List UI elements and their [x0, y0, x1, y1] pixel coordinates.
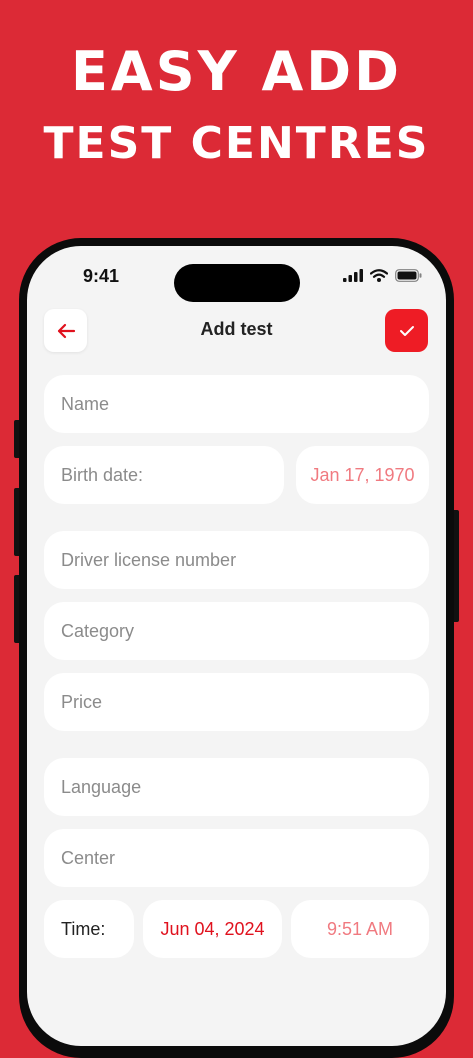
birth-date-label-field[interactable]: Birth date: [44, 446, 284, 504]
battery-icon [395, 269, 422, 282]
driver-license-input[interactable]: Driver license number [44, 531, 429, 589]
phone-screen: 9:41 Add test Name Birth date: Jan 17, 1… [27, 246, 446, 1046]
headline-line-1: EASY ADD [71, 40, 402, 103]
category-input[interactable]: Category [44, 602, 429, 660]
wifi-icon [370, 269, 388, 282]
dynamic-island [174, 264, 300, 302]
status-time: 9:41 [83, 266, 120, 286]
date-picker[interactable]: Jun 04, 2024 [143, 900, 282, 958]
price-input[interactable]: Price [44, 673, 429, 731]
center-input[interactable]: Center [44, 829, 429, 887]
signal-icon [343, 269, 363, 282]
time-picker[interactable]: 9:51 AM [291, 900, 429, 958]
language-input[interactable]: Language [44, 758, 429, 816]
checkmark-icon [399, 325, 414, 336]
headline-line-2: TEST CENTRES [43, 118, 430, 169]
birth-date-picker[interactable]: Jan 17, 1970 [296, 446, 429, 504]
status-icons [343, 269, 422, 282]
save-button[interactable] [385, 309, 428, 352]
name-input[interactable]: Name [44, 375, 429, 433]
screen-title: Add test [200, 319, 273, 339]
time-label: Time: [44, 900, 134, 958]
